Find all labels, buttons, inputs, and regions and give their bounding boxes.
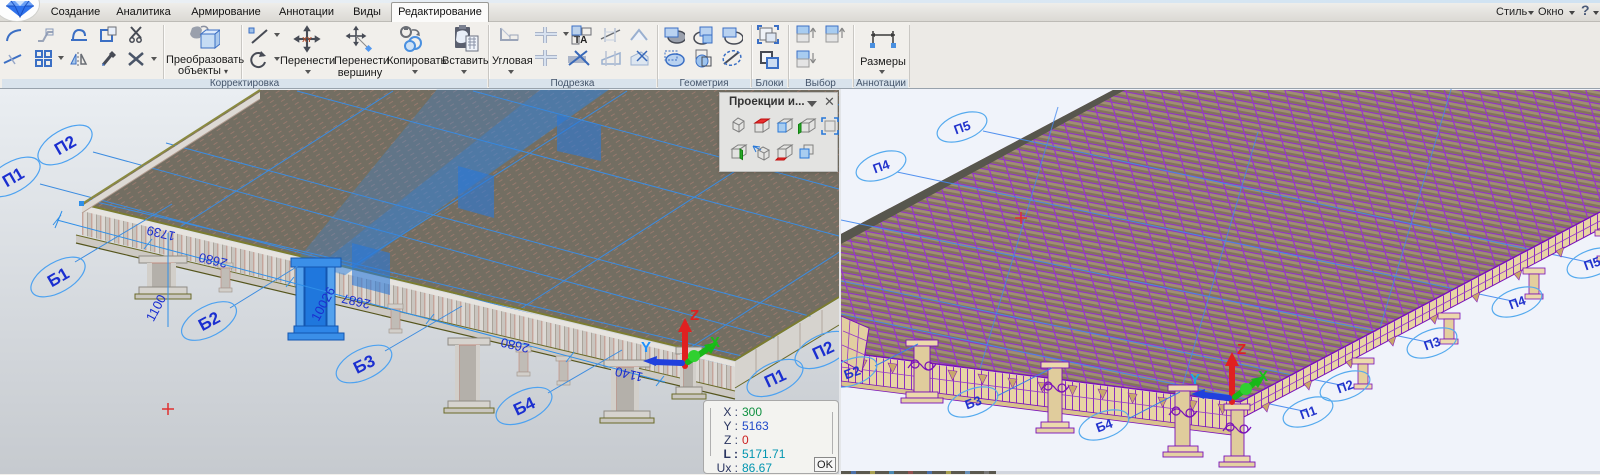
svg-text:X: X xyxy=(710,334,720,351)
svg-text:Z: Z xyxy=(1237,341,1246,358)
svg-text:XY: XY xyxy=(302,35,312,44)
svg-text:X: X xyxy=(1258,368,1268,385)
svg-text:Y: Y xyxy=(1190,371,1200,388)
svg-text:Z: Z xyxy=(690,307,699,324)
svg-text:Y: Y xyxy=(641,339,651,356)
